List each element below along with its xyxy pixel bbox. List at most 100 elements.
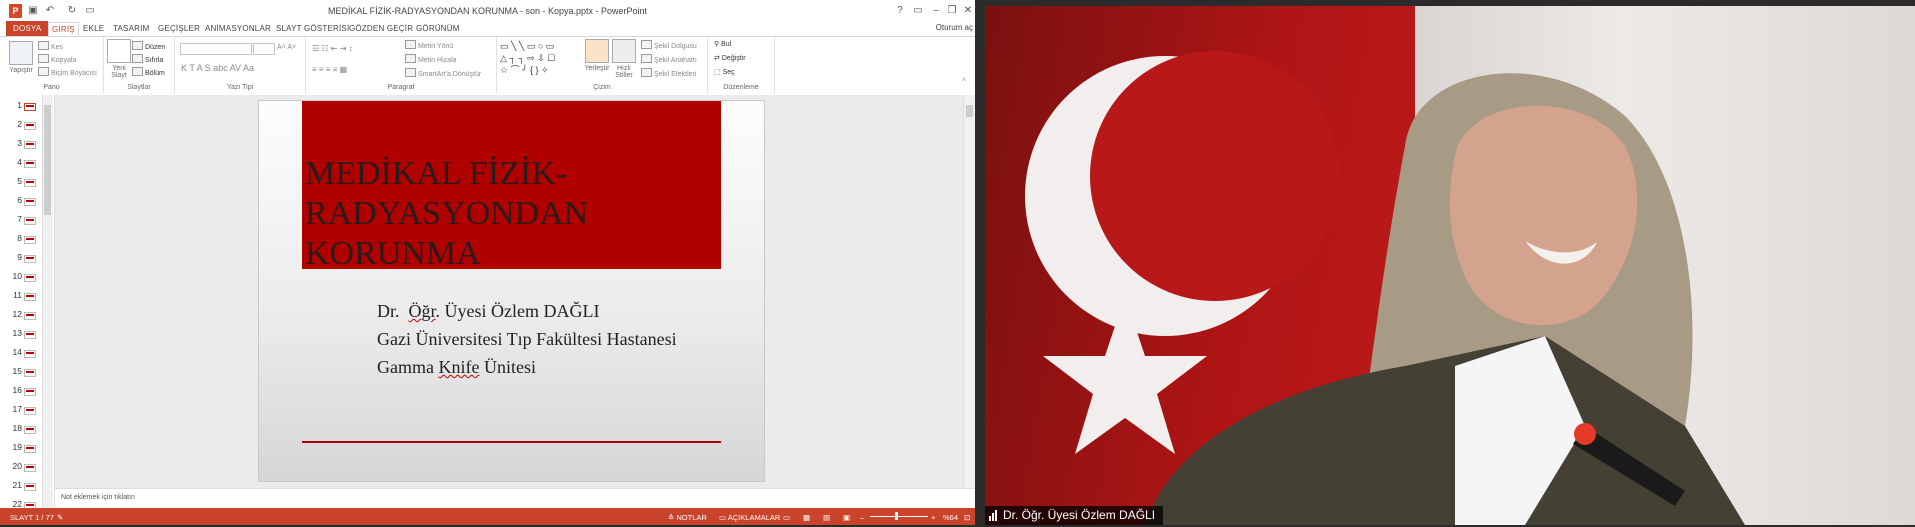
slide-title[interactable]: MEDİKAL FİZİK- RADYASYONDAN KORUNMA: [305, 154, 725, 274]
tab-file[interactable]: DOSYA: [6, 21, 49, 36]
help-icon[interactable]: ?: [893, 5, 907, 16]
slide-number: 2: [17, 119, 22, 129]
slide-thumbnail[interactable]: 5: [0, 175, 40, 189]
zoom-level[interactable]: %64: [943, 513, 958, 522]
tab-insert[interactable]: EKLE: [80, 22, 107, 35]
font-style-buttons[interactable]: K T A S abc AV Aa: [181, 63, 254, 73]
slideshow-view-icon[interactable]: ▣: [843, 513, 850, 522]
shape-fill-button[interactable]: Şekil Dolgusu: [641, 40, 697, 50]
section-icon: [132, 67, 143, 76]
scroll-thumb[interactable]: [44, 105, 51, 215]
font-size-box[interactable]: [253, 43, 275, 55]
slide-thumbnail[interactable]: 18: [0, 422, 40, 436]
smartart-button[interactable]: SmartArt'a Dönüştür: [405, 68, 481, 78]
slide-thumbnail[interactable]: 21: [0, 479, 40, 493]
slide-thumbnail[interactable]: 4: [0, 156, 40, 170]
find-button[interactable]: ⚲ Bul: [714, 40, 731, 48]
group-label: Paragraf: [387, 84, 415, 91]
slide-thumbnail[interactable]: 7: [0, 213, 40, 227]
comments-button[interactable]: ▭ AÇIKLAMALAR: [719, 513, 780, 522]
quick-styles-button[interactable]: Hızlı Stiller: [611, 39, 637, 79]
tab-transitions[interactable]: GEÇİŞLER: [155, 22, 203, 35]
select-button[interactable]: ⬚ Seç: [714, 68, 735, 76]
copy-button[interactable]: Kopyala: [38, 54, 76, 64]
slide-thumbnail[interactable]: 11: [0, 289, 40, 303]
section-button[interactable]: Bölüm: [132, 67, 165, 77]
normal-view-icon[interactable]: ▭: [783, 513, 790, 522]
new-slide-button[interactable]: Yeni Slayt: [107, 39, 131, 79]
shape-effects-label: Şekil Efektleri: [654, 71, 697, 78]
slide-thumbnail[interactable]: 10: [0, 270, 40, 284]
reset-label: Sıfırla: [145, 57, 164, 64]
slide-preview-icon: [24, 160, 36, 168]
smartart-icon: [405, 68, 416, 77]
thumbnail-scrollbar[interactable]: [42, 95, 53, 508]
minimize-icon[interactable]: –: [929, 5, 943, 16]
tab-home[interactable]: GİRİŞ: [48, 22, 79, 37]
slide-sorter-icon[interactable]: ▦: [803, 513, 810, 522]
cut-button[interactable]: Kes: [38, 41, 63, 51]
tab-review[interactable]: GÖZDEN GEÇİR: [346, 22, 416, 35]
reading-view-icon[interactable]: ▤: [823, 513, 830, 522]
layout-button[interactable]: Düzen: [132, 41, 165, 51]
notes-button[interactable]: ≙ NOTLAR: [668, 513, 707, 522]
zoom-slider[interactable]: [870, 516, 928, 517]
select-label: Seç: [722, 69, 735, 76]
zoom-slider-handle[interactable]: [895, 512, 898, 520]
slide-thumbnail[interactable]: 2: [0, 118, 40, 132]
subtitle-line-institution: Gazi Üniversitesi Tıp Fakültesi Hastanes…: [377, 329, 677, 349]
slide-thumbnail[interactable]: 20: [0, 460, 40, 474]
participant-video[interactable]: [985, 6, 1915, 525]
arrange-button[interactable]: Yerleştir: [583, 39, 611, 72]
slide-number: 12: [12, 309, 22, 319]
font-name-box[interactable]: [180, 43, 252, 55]
ribbon-display-icon[interactable]: ▭: [911, 5, 925, 16]
slide-thumbnail[interactable]: 3: [0, 137, 40, 151]
scroll-thumb[interactable]: [966, 105, 973, 117]
shapes-gallery[interactable]: ▭ ╲ ╲ ▭ ○ ▭ △ ┐ ┐ ⇨ ⇩ ☐ ☆ ⌒ ╯ { } ✧: [500, 40, 555, 76]
slide-thumbnail[interactable]: 12: [0, 308, 40, 322]
notes-pane[interactable]: Not eklemek için tıklatın: [55, 488, 975, 509]
slide-thumbnail[interactable]: 6: [0, 194, 40, 208]
tab-animations[interactable]: ANİMASYONLAR: [202, 22, 274, 35]
paste-button[interactable]: Yapıştır: [8, 41, 34, 74]
shape-effects-button[interactable]: Şekil Efektleri: [641, 68, 696, 78]
format-painter-button[interactable]: Biçim Boyacısı: [38, 67, 97, 77]
slide-thumbnail[interactable]: 16: [0, 384, 40, 398]
slide-subtitle[interactable]: Dr. Öğr. Üyesi Özlem DAĞLI Gazi Üniversi…: [377, 297, 677, 381]
slide-thumbnail[interactable]: 9: [0, 251, 40, 265]
format-painter-label: Biçim Boyacısı: [51, 70, 97, 77]
align-text-button[interactable]: Metin Hizala: [405, 54, 457, 64]
slide-thumbnail[interactable]: 14: [0, 346, 40, 360]
shape-outline-button[interactable]: Şekil Anahattı: [641, 54, 697, 64]
collapse-ribbon-icon[interactable]: ˄: [962, 77, 966, 84]
slide-thumbnail[interactable]: 17: [0, 403, 40, 417]
align-buttons[interactable]: ≡ ≡ ≡ ≡ ▦: [312, 65, 347, 74]
close-icon[interactable]: ✕: [961, 5, 975, 16]
editor-scrollbar[interactable]: [963, 95, 975, 488]
slide-number: 10: [12, 271, 22, 281]
slide-thumbnail[interactable]: 15: [0, 365, 40, 379]
slide-preview-icon: [24, 141, 36, 149]
text-direction-button[interactable]: Metin Yönü: [405, 40, 453, 50]
slide-thumbnail[interactable]: 19: [0, 441, 40, 455]
fit-slide-icon[interactable]: ⊡: [964, 513, 970, 522]
tab-design[interactable]: TASARIM: [110, 22, 152, 35]
align-text-label: Metin Hizala: [418, 57, 457, 64]
sign-in-link[interactable]: Oturum aç: [936, 23, 973, 32]
replace-button[interactable]: ⇄ Değiştir: [714, 54, 746, 62]
slide-thumbnail[interactable]: 13: [0, 327, 40, 341]
tab-slideshow[interactable]: SLAYT GÖSTERİSİ: [273, 22, 352, 35]
current-slide[interactable]: MEDİKAL FİZİK- RADYASYONDAN KORUNMA Dr. …: [258, 100, 765, 482]
zoom-out-icon[interactable]: –: [860, 513, 864, 522]
maximize-icon[interactable]: ❐: [945, 5, 959, 16]
zoom-in-icon[interactable]: +: [931, 513, 935, 522]
tab-view[interactable]: GÖRÜNÜM: [413, 22, 463, 35]
text-run: Knife: [438, 357, 480, 377]
grow-font-icon[interactable]: A˄ A˅: [277, 44, 296, 51]
slide-thumbnail[interactable]: 1: [0, 99, 40, 113]
slide-thumbnail[interactable]: 8: [0, 232, 40, 246]
reset-button[interactable]: Sıfırla: [132, 54, 163, 64]
list-buttons[interactable]: ☰ ☷ ⇤ ⇥ ↕: [312, 44, 353, 53]
spellcheck-icon[interactable]: ✎: [57, 513, 63, 522]
